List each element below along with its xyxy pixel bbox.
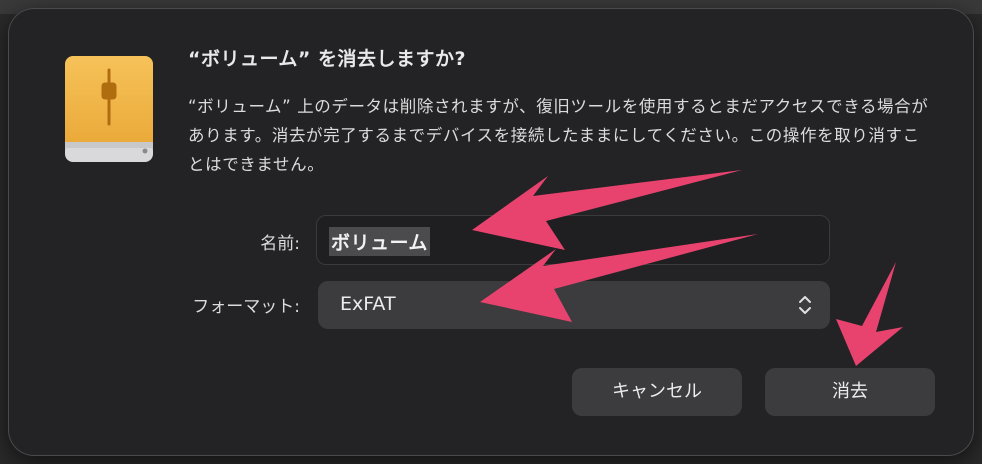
- dialog-message: “ボリューム” 上のデータは削除されますが、復旧ツールを使用するとまだアクセスで…: [188, 97, 929, 174]
- chevron-up-down-icon: [799, 296, 811, 314]
- name-label: 名前:: [260, 234, 300, 254]
- name-value[interactable]: ボリューム: [329, 227, 430, 256]
- erase-button[interactable]: 消去: [765, 368, 935, 416]
- format-value: ExFAT: [340, 293, 396, 315]
- external-drive-icon: [65, 56, 153, 162]
- name-field[interactable]: ボリューム: [316, 215, 830, 265]
- cancel-button[interactable]: キャンセル: [572, 368, 742, 416]
- format-label: フォーマット:: [192, 297, 300, 317]
- dialog-title: “ボリューム” を消去しますか?: [188, 48, 467, 70]
- format-select[interactable]: ExFAT: [318, 281, 830, 329]
